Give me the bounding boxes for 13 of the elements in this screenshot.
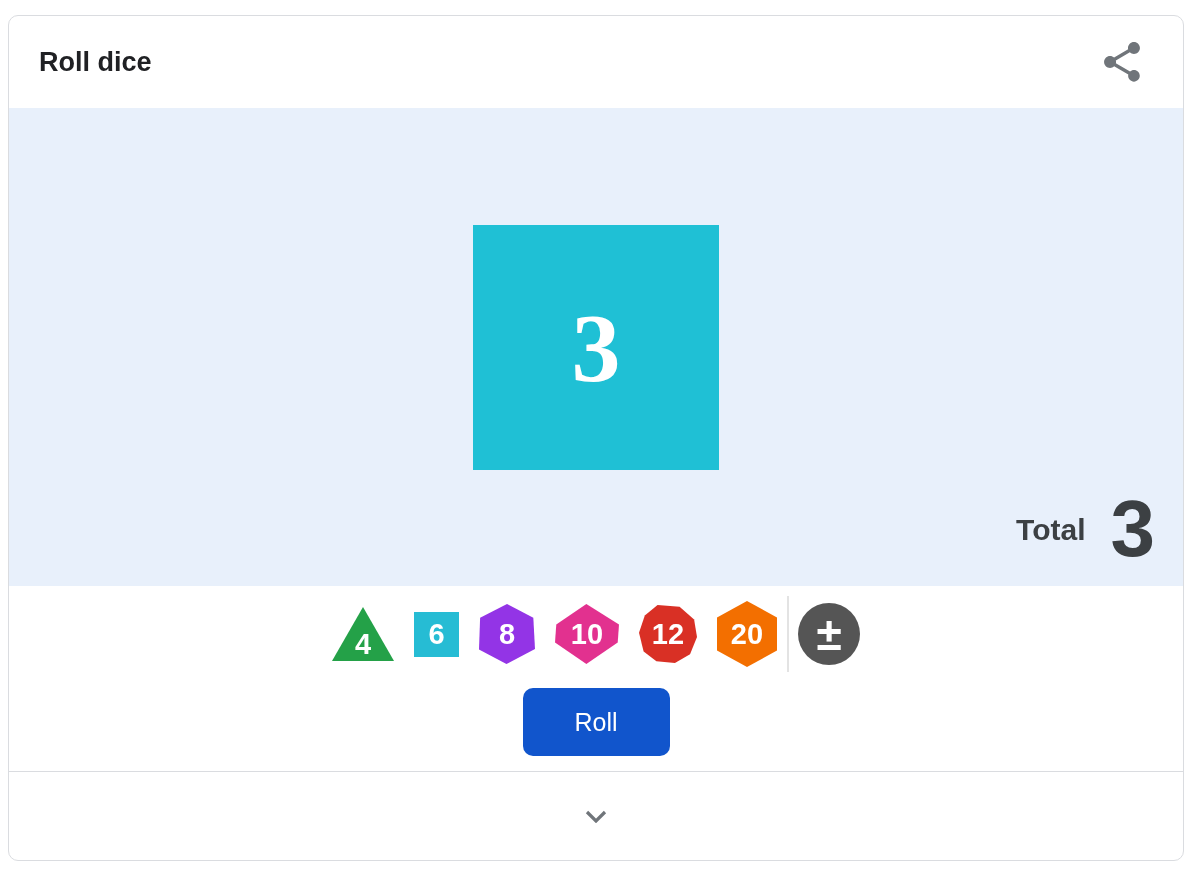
share-icon[interactable]: [1104, 42, 1140, 82]
hexagon-die-button[interactable]: 8: [479, 604, 535, 664]
plus-minus-button[interactable]: ±: [798, 603, 860, 665]
card-title: Roll dice: [39, 45, 152, 79]
hexagon-die-button[interactable]: 20: [717, 601, 777, 667]
triangle-die-button[interactable]: 4: [332, 607, 394, 661]
chevron-down-icon[interactable]: [585, 809, 607, 823]
decagon-die-button[interactable]: 12: [639, 605, 697, 663]
total-label: Total: [1016, 512, 1086, 546]
total-value: 3: [1110, 489, 1155, 569]
roll-button[interactable]: Roll: [522, 688, 670, 756]
square-die: 3: [473, 225, 719, 470]
hexagon-die-button[interactable]: 10: [555, 604, 619, 664]
